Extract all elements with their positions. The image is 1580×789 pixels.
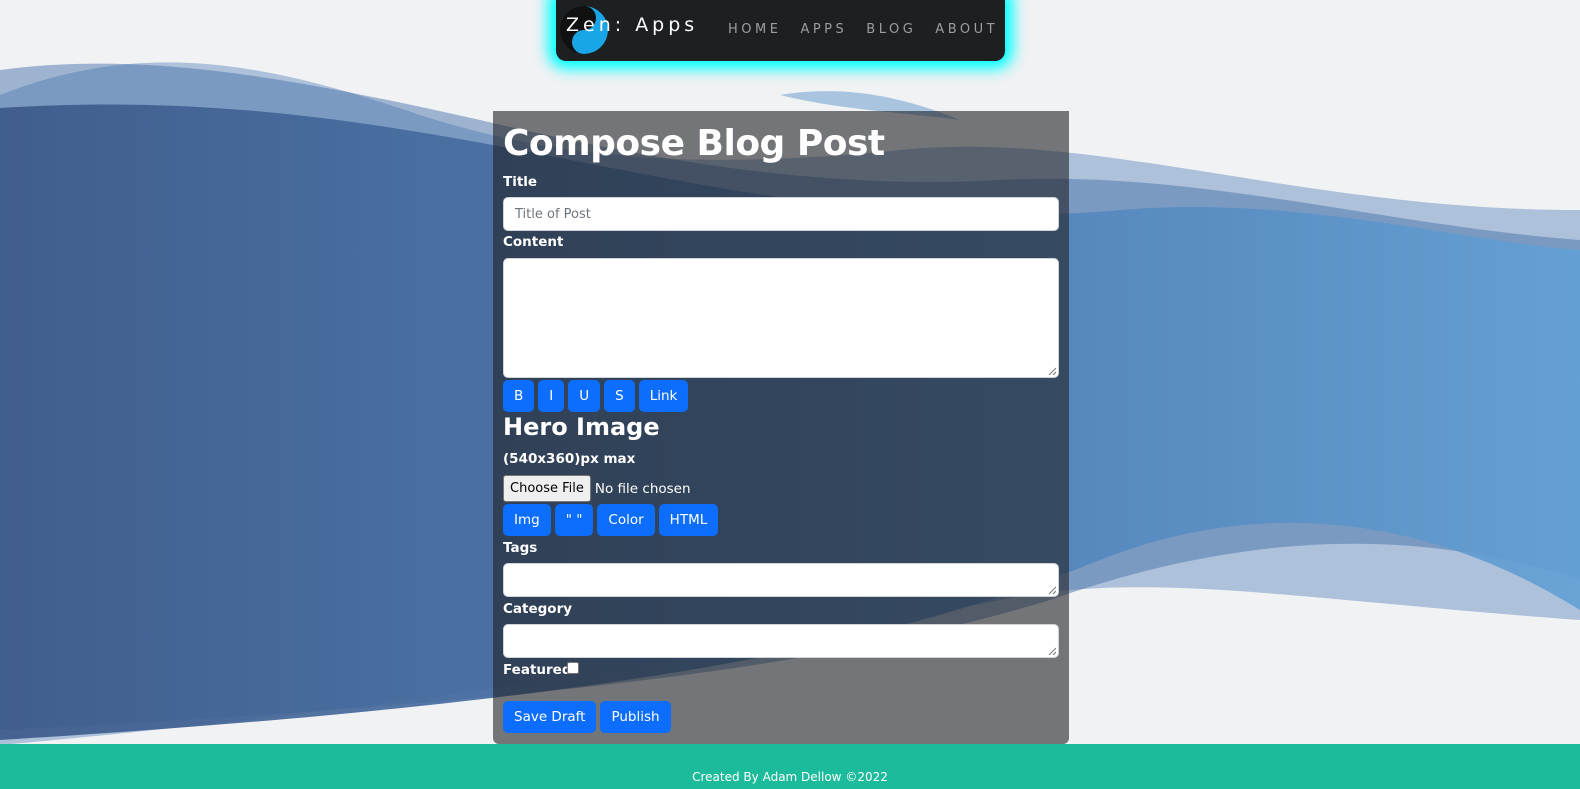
italic-button[interactable]: I <box>538 380 565 412</box>
nav-links: HOME APPS BLOG ABOUT <box>728 22 998 37</box>
footer-credit: Created By Adam Dellow ©2022 <box>692 770 888 784</box>
nav-link-home[interactable]: HOME <box>728 22 781 37</box>
category-label: Category <box>503 601 573 617</box>
insert-color-button[interactable]: Color <box>597 504 655 536</box>
format-toolbar: B I U S Link <box>503 380 689 412</box>
submit-actions: Save Draft Publish <box>503 701 671 733</box>
tags-textarea[interactable] <box>503 563 1059 597</box>
link-button[interactable]: Link <box>638 380 689 412</box>
title-input[interactable]: Title of Post <box>503 197 1059 231</box>
title-placeholder: Title of Post <box>515 207 591 222</box>
content-label: Content <box>503 234 564 250</box>
nav-link-about[interactable]: ABOUT <box>935 22 998 37</box>
insert-toolbar: Img " " Color HTML <box>503 504 719 536</box>
insert-html-button[interactable]: HTML <box>658 504 719 536</box>
bold-button[interactable]: B <box>503 380 535 412</box>
choose-file-button[interactable]: Choose File <box>503 475 591 502</box>
featured-label: Featured <box>503 662 572 678</box>
content-textarea[interactable] <box>503 258 1059 378</box>
resize-grip-icon[interactable] <box>1048 367 1056 375</box>
top-navbar: Zen: Apps HOME APPS BLOG ABOUT <box>556 0 1005 61</box>
category-textarea[interactable] <box>503 624 1059 658</box>
underline-button[interactable]: U <box>568 380 601 412</box>
nav-link-blog[interactable]: BLOG <box>866 22 916 37</box>
tags-label: Tags <box>503 540 538 556</box>
resize-grip-icon[interactable] <box>1048 647 1056 655</box>
title-label: Title <box>503 174 538 190</box>
strikethrough-button[interactable]: S <box>604 380 635 412</box>
file-status: No file chosen <box>594 480 691 497</box>
footer: Created By Adam Dellow ©2022 <box>0 744 1580 789</box>
insert-quote-button[interactable]: " " <box>554 504 594 536</box>
compose-form: Compose Blog Post Title Title of Post Co… <box>493 111 1069 744</box>
publish-button[interactable]: Publish <box>600 701 671 733</box>
hero-size-note: (540x360)px max <box>503 451 636 467</box>
save-draft-button[interactable]: Save Draft <box>503 701 597 733</box>
resize-grip-icon[interactable] <box>1048 586 1056 594</box>
featured-checkbox[interactable] <box>567 662 579 674</box>
hero-image-heading: Hero Image <box>503 413 660 441</box>
brand-name[interactable]: Zen: Apps <box>566 14 698 36</box>
nav-link-apps[interactable]: APPS <box>800 22 847 37</box>
insert-img-button[interactable]: Img <box>503 504 551 536</box>
page-title: Compose Blog Post <box>503 123 885 164</box>
hero-file-input: Choose File No file chosen <box>503 475 691 502</box>
